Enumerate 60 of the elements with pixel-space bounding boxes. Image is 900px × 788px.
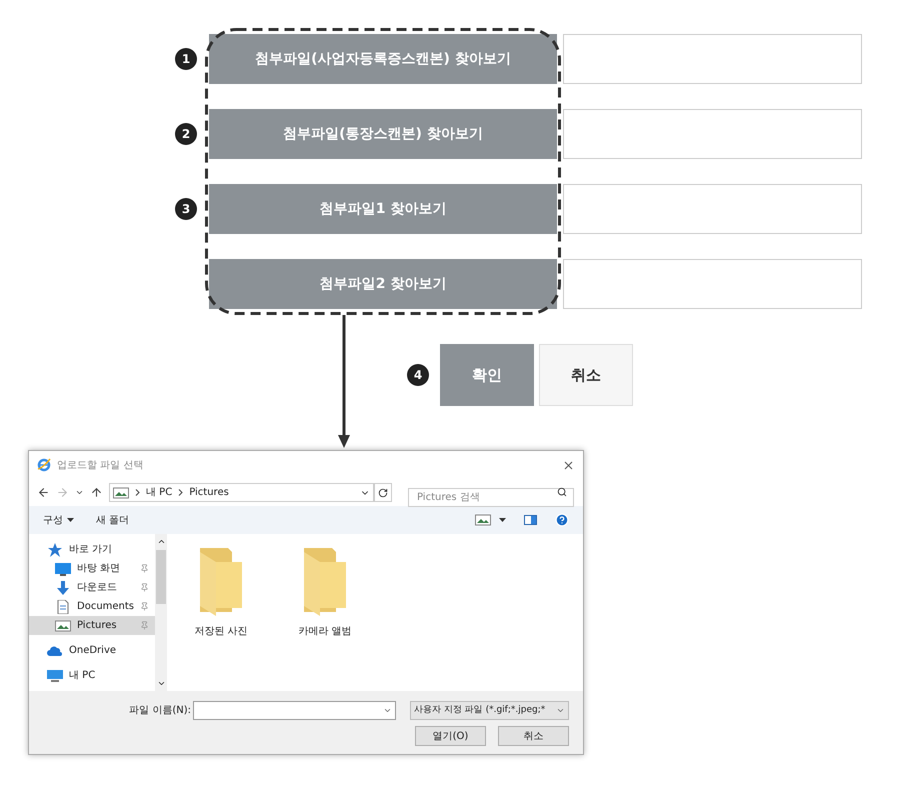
cancel-button[interactable]: 취소 bbox=[539, 344, 633, 406]
caret-icon bbox=[499, 518, 506, 522]
open-button[interactable]: 열기(O) bbox=[415, 726, 486, 746]
dropdown-icon bbox=[383, 706, 392, 715]
file-type-select[interactable]: 사용자 지정 파일 (*.gif;*.jpeg;* bbox=[410, 701, 569, 720]
document-icon bbox=[55, 600, 71, 614]
file-name-input[interactable] bbox=[193, 701, 396, 720]
down-arrow-icon bbox=[55, 580, 71, 594]
toolbar-button[interactable]: 구성 bbox=[43, 512, 74, 528]
up-icon[interactable] bbox=[90, 486, 103, 499]
nav-item[interactable]: 내 PC bbox=[29, 666, 155, 685]
nav-item[interactable]: 다운로드 bbox=[29, 578, 155, 597]
scroll-down-icon[interactable] bbox=[156, 679, 166, 688]
preview-pane-icon[interactable] bbox=[524, 515, 537, 525]
folder-item[interactable]: 카메라 앨범 bbox=[293, 548, 357, 691]
step-number: 4 bbox=[407, 364, 429, 386]
step-number: 3 bbox=[175, 198, 197, 220]
picture-icon bbox=[475, 513, 491, 527]
picture-icon bbox=[113, 486, 129, 500]
address-bar[interactable]: 내 PC Pictures bbox=[109, 483, 374, 502]
folder-item[interactable]: 저장된 사진 bbox=[189, 548, 253, 691]
monitor-icon bbox=[55, 562, 71, 576]
breadcrumb[interactable]: Pictures bbox=[189, 485, 229, 500]
nav-item[interactable]: 바탕 화면 bbox=[29, 559, 155, 578]
back-icon[interactable] bbox=[37, 486, 50, 499]
folder-icon bbox=[198, 548, 244, 616]
cloud-icon bbox=[47, 644, 63, 658]
browser-logo-icon bbox=[37, 458, 51, 472]
chevron-icon bbox=[135, 489, 140, 496]
scroll-up-icon[interactable] bbox=[156, 537, 166, 546]
nav-item[interactable]: Pictures bbox=[29, 616, 155, 635]
picture-icon bbox=[55, 618, 71, 632]
file-name-field[interactable] bbox=[563, 259, 862, 309]
star-icon bbox=[47, 542, 63, 556]
step-number: 1 bbox=[175, 48, 197, 70]
cancel-button[interactable]: 취소 bbox=[498, 726, 569, 746]
dropdown-icon bbox=[556, 706, 565, 715]
breadcrumb[interactable]: 내 PC bbox=[146, 485, 172, 500]
nav-item[interactable]: OneDrive bbox=[29, 641, 155, 660]
help-icon[interactable] bbox=[555, 513, 569, 527]
chevron-icon bbox=[178, 489, 184, 496]
toolbar-button[interactable]: 새 폴더 bbox=[96, 512, 130, 528]
file-name-field[interactable] bbox=[563, 109, 862, 159]
nav-item[interactable]: 바로 가기 bbox=[29, 540, 155, 559]
search-icon bbox=[557, 487, 567, 497]
caret-icon bbox=[67, 518, 74, 522]
window-title: 업로드할 파일 선택 bbox=[57, 458, 144, 472]
scrollbar[interactable] bbox=[155, 534, 167, 691]
refresh-button[interactable] bbox=[374, 483, 392, 502]
nav-item[interactable]: Documents bbox=[29, 597, 155, 616]
step-number: 2 bbox=[175, 123, 197, 145]
field-label: 파일 이름(N): bbox=[129, 704, 191, 718]
close-icon bbox=[564, 460, 572, 470]
file-name-field[interactable] bbox=[563, 184, 862, 234]
folder-icon bbox=[302, 548, 348, 616]
file-name-field[interactable] bbox=[563, 34, 862, 84]
recent-icon[interactable] bbox=[75, 488, 84, 497]
computer-icon bbox=[47, 668, 63, 682]
search-field[interactable]: Pictures 검색 bbox=[408, 488, 574, 507]
refresh-icon bbox=[378, 488, 388, 498]
